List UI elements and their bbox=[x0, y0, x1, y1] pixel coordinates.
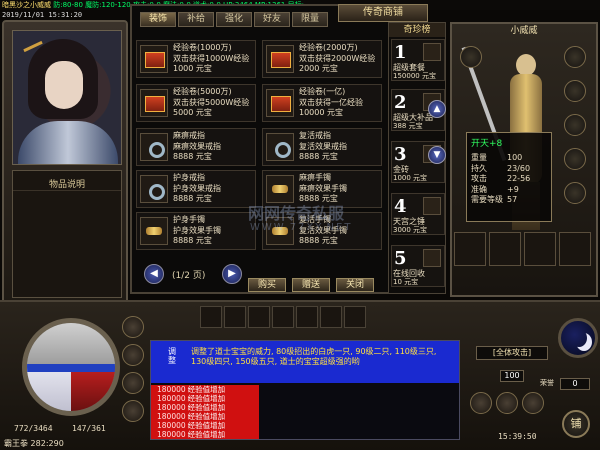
item-icon bbox=[423, 249, 441, 267]
belt-slot[interactable] bbox=[296, 306, 318, 328]
boots-slot[interactable] bbox=[564, 182, 586, 204]
chat-log: 180000 经验值增加 180000 经验值增加 180000 经验值增加 1800… bbox=[151, 385, 459, 439]
menu-button[interactable] bbox=[122, 344, 144, 366]
hp-readout: 772/3464 bbox=[14, 424, 53, 433]
attack-mode[interactable]: [全体攻击] bbox=[476, 346, 548, 360]
day-night-icon bbox=[558, 318, 598, 358]
belt-slot[interactable] bbox=[320, 306, 342, 328]
menu-button[interactable] bbox=[522, 392, 544, 414]
close-button[interactable]: 关闭 bbox=[336, 278, 374, 292]
bracelet-slot[interactable] bbox=[564, 114, 586, 136]
rare-ranking-title: 奇珍榜 bbox=[389, 23, 445, 37]
item-icon bbox=[423, 197, 441, 215]
character-name: 小威威 bbox=[510, 26, 538, 36]
player-location: 霸王拳 282:290 bbox=[4, 439, 64, 448]
rare-item[interactable]: 1 超级套餐 150000 元宝 bbox=[391, 39, 445, 81]
belt-slot[interactable] bbox=[248, 306, 270, 328]
shop-tabs: 装饰 补给 强化 好友 限量 bbox=[140, 12, 328, 28]
ring-slot[interactable] bbox=[564, 80, 586, 102]
bracelet-icon bbox=[140, 217, 168, 245]
shop-title: 传奇商铺 bbox=[338, 4, 428, 22]
timestamp: 2019/11/01 15:31:20 bbox=[2, 11, 83, 19]
rare-item[interactable]: 4 天宫之锤 3000 元宝 bbox=[391, 193, 445, 235]
helmet-slot[interactable] bbox=[460, 46, 482, 68]
portrait-panel: 物品说明 bbox=[2, 20, 128, 305]
chat-panel: 调整 调整了道士宝宝的威力, 80级招出的白虎一只, 90级二只, 110级三只… bbox=[150, 340, 460, 440]
belt-slot[interactable] bbox=[224, 306, 246, 328]
belt-slot[interactable] bbox=[200, 306, 222, 328]
tooltip-title: 开天+8 bbox=[471, 139, 503, 149]
player-name: 暗黑沙之小威威 bbox=[2, 1, 51, 9]
shop-item[interactable]: 护身戒指 护身效果戒指 8888 元宝 bbox=[136, 170, 256, 208]
ring-slot[interactable] bbox=[564, 148, 586, 170]
scroll-down-button[interactable]: ▼ bbox=[428, 146, 446, 164]
shop-item[interactable]: 复活戒指 复活效果戒指 8888 元宝 bbox=[262, 128, 382, 166]
belt-slot[interactable] bbox=[272, 306, 294, 328]
menu-button[interactable] bbox=[122, 400, 144, 422]
scroll-icon bbox=[140, 45, 168, 73]
gift-button[interactable]: 赠送 bbox=[292, 278, 330, 292]
watermark-url: WWW.77XY.NET bbox=[250, 222, 353, 233]
equip-slot[interactable] bbox=[489, 232, 521, 266]
page-indicator: (1/2 页) bbox=[172, 271, 206, 281]
ring-icon bbox=[266, 133, 294, 161]
character-portrait bbox=[12, 30, 122, 165]
shop-item[interactable]: 经验卷(5000万) 双击获得5000W经验 5000 元宝 bbox=[136, 84, 256, 122]
menu-button[interactable] bbox=[122, 316, 144, 338]
watermark: 网网传奇私服 bbox=[248, 204, 345, 223]
tab-supply[interactable]: 补给 bbox=[178, 12, 214, 27]
rare-item[interactable]: 5 在线回收 10 元宝 bbox=[391, 245, 445, 287]
tab-decoration[interactable]: 装饰 bbox=[140, 12, 176, 27]
equip-slot[interactable] bbox=[454, 232, 486, 266]
shop-item[interactable]: 经验卷(2000万) 双击获得2000W经验 2000 元宝 bbox=[262, 40, 382, 78]
tab-limited[interactable]: 限量 bbox=[292, 12, 328, 27]
item-description-title: 物品说明 bbox=[13, 171, 121, 191]
hp-mp-orb bbox=[22, 318, 120, 416]
next-page-button[interactable]: ▶ bbox=[222, 264, 242, 284]
menu-button[interactable] bbox=[496, 392, 518, 414]
equipment-row bbox=[454, 232, 594, 268]
item-description-box: 物品说明 bbox=[12, 170, 122, 298]
shop-item[interactable]: 麻痹戒指 麻痹效果戒指 8888 元宝 bbox=[136, 128, 256, 166]
equip-slot[interactable] bbox=[524, 232, 556, 266]
ring-icon bbox=[140, 133, 168, 161]
scroll-icon bbox=[140, 89, 168, 117]
shop-item[interactable]: 经验卷(1000万) 双击获得1000W经验 1000 元宝 bbox=[136, 40, 256, 78]
shop-item[interactable]: 护身手镯 护身效果手镯 8888 元宝 bbox=[136, 212, 256, 250]
shop-item[interactable]: 经验卷(一亿) 双击获得一亿经验 10000 元宝 bbox=[262, 84, 382, 122]
shop-panel: 装饰 补给 强化 好友 限量 经验卷(1000万) 双击获得1000W经验 1000… bbox=[130, 4, 390, 294]
scroll-icon bbox=[266, 45, 294, 73]
item-tooltip: 开天+8 重量 100 持久 23/60 攻击 22-56 准确 +9 需要等级 57 bbox=[466, 132, 552, 222]
honor-label: 荣誉 bbox=[540, 379, 554, 387]
ring-icon bbox=[140, 175, 168, 203]
clock: 15:39:50 bbox=[498, 432, 537, 441]
necklace-slot[interactable] bbox=[564, 46, 586, 68]
speed-value: 100 bbox=[500, 370, 524, 382]
system-message: 调整 调整了道士宝宝的威力, 80级招出的白虎一只, 90级二只, 110级三只… bbox=[151, 341, 459, 383]
shop-open-button[interactable]: 铺 bbox=[562, 410, 590, 438]
scroll-icon bbox=[266, 89, 294, 117]
item-icon bbox=[423, 43, 441, 61]
menu-button[interactable] bbox=[470, 392, 492, 414]
bracelet-icon bbox=[266, 175, 294, 203]
scroll-up-button[interactable]: ▲ bbox=[428, 100, 446, 118]
buy-button[interactable]: 购买 bbox=[248, 278, 286, 292]
tab-enhance[interactable]: 强化 bbox=[216, 12, 252, 27]
belt-slot[interactable] bbox=[344, 306, 366, 328]
equip-slot[interactable] bbox=[559, 232, 591, 266]
prev-page-button[interactable]: ◀ bbox=[144, 264, 164, 284]
tab-friends[interactable]: 好友 bbox=[254, 12, 290, 27]
menu-button[interactable] bbox=[122, 372, 144, 394]
mp-readout: 147/361 bbox=[72, 424, 106, 433]
quick-belt bbox=[200, 306, 390, 330]
honor-value: 0 bbox=[560, 378, 590, 390]
